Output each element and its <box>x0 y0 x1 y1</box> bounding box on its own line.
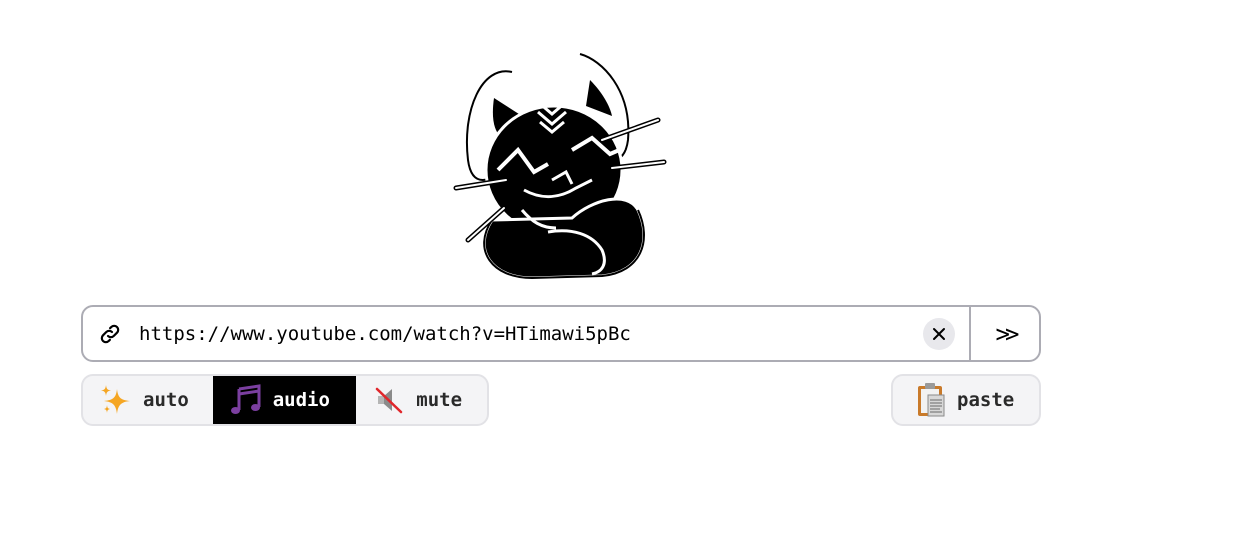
cat-mascot-icon <box>453 53 667 280</box>
muted-speaker-icon <box>372 383 406 417</box>
mode-mute-button[interactable]: mute <box>356 376 487 424</box>
download-mode-switcher: auto audio mute <box>81 374 489 426</box>
clear-input-button[interactable] <box>923 317 955 350</box>
url-input[interactable] <box>139 313 923 354</box>
link-icon <box>97 321 123 347</box>
musical-notes-icon <box>229 383 263 417</box>
close-icon <box>933 327 945 340</box>
sparkles-icon <box>99 383 133 417</box>
page: >> auto aud <box>0 0 1242 535</box>
mode-auto-label: auto <box>143 389 189 411</box>
mode-audio-button[interactable]: audio <box>212 376 357 424</box>
paste-button[interactable]: paste <box>891 374 1041 426</box>
mode-mute-label: mute <box>416 389 463 411</box>
mode-auto-button[interactable]: auto <box>83 376 213 424</box>
clipboard-icon <box>915 382 947 418</box>
download-submit-button[interactable]: >> <box>971 307 1039 360</box>
mode-audio-label: audio <box>272 389 330 411</box>
url-input-bar: >> <box>81 305 1041 362</box>
paste-label: paste <box>957 389 1015 411</box>
